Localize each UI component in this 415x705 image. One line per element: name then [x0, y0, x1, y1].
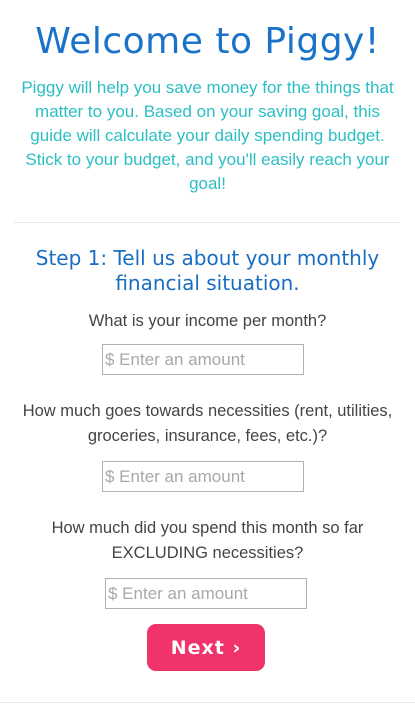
- section-divider: [14, 222, 399, 223]
- next-button[interactable]: Next ›: [147, 624, 265, 671]
- page-title: Welcome to Piggy!: [35, 21, 380, 62]
- necessities-question-label: How much goes towards necessities (rent,…: [22, 402, 393, 445]
- income-amount-input[interactable]: [102, 344, 304, 375]
- income-question-label: What is your income per month?: [88, 312, 327, 330]
- necessities-amount-input[interactable]: [102, 461, 304, 492]
- spent-question-label: How much did you spend this month so far…: [51, 519, 364, 562]
- bottom-divider: [0, 702, 415, 703]
- intro-text: Piggy will help you save money for the t…: [21, 78, 394, 193]
- step-title: Step 1: Tell us about your monthly finan…: [35, 246, 380, 295]
- spent-amount-input[interactable]: [105, 578, 307, 609]
